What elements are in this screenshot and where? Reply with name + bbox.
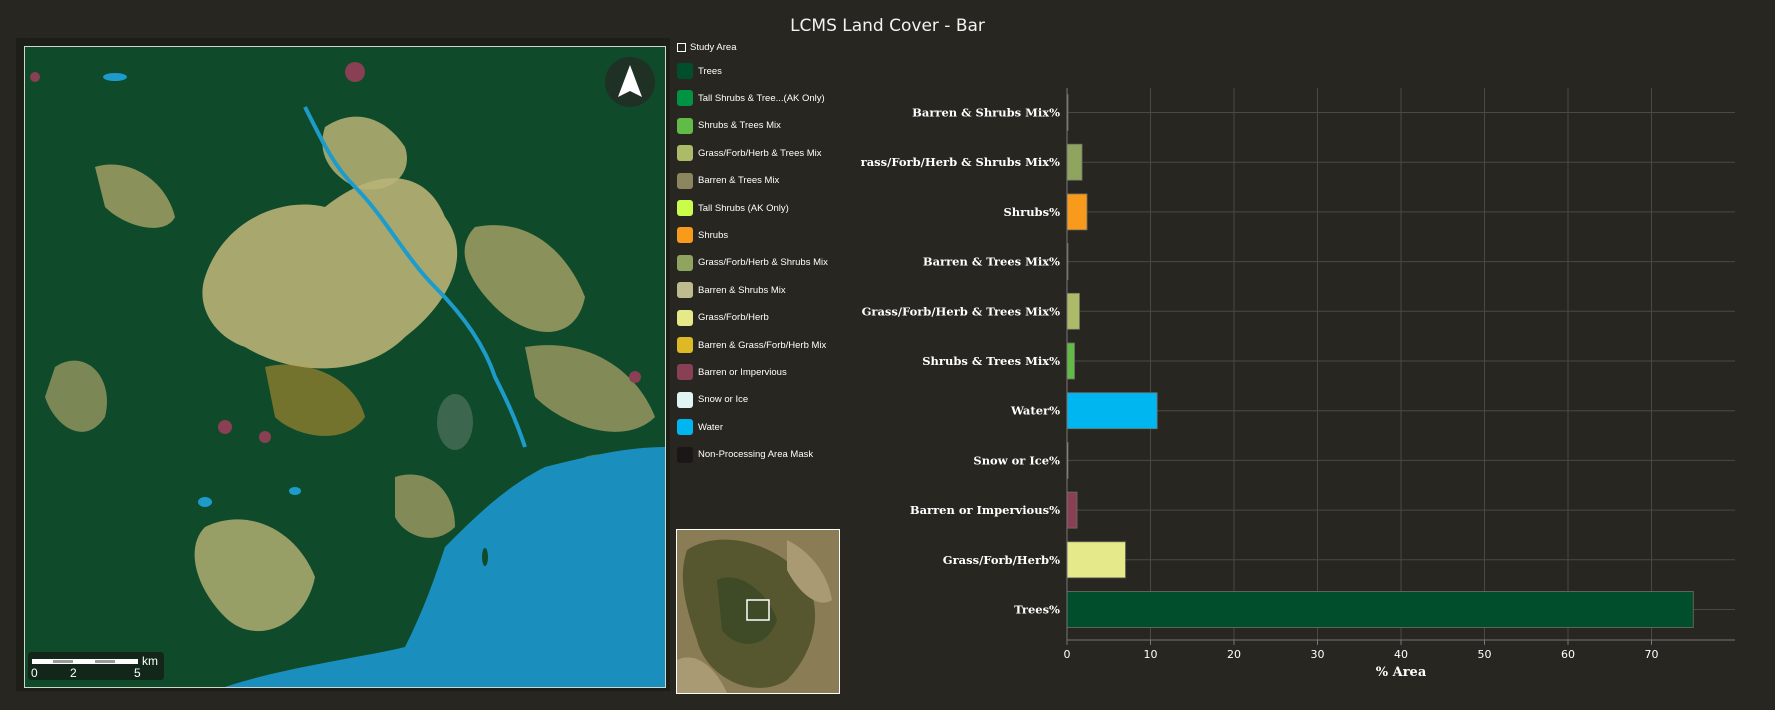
legend-item: Tall Shrubs (AK Only) [677,199,789,217]
legend-label: Shrubs & Trees Mix [698,120,781,132]
bar[interactable] [1066,292,1080,330]
legend-label: Study Area [690,41,737,53]
category-label: Grass/Forb/Herb% [943,553,1060,567]
bar[interactable] [1066,392,1158,430]
legend-swatch [677,63,693,79]
legend-label: Trees [698,65,722,77]
category-label: Barren & Trees Mix% [923,255,1060,269]
category-label: Barren or Impervious% [910,503,1060,517]
legend-item: Barren or Impervious [677,363,787,381]
bar[interactable] [1066,491,1078,529]
legend-swatch [677,200,693,216]
legend-swatch [677,419,693,436]
category-label: Shrubs & Trees Mix% [922,354,1060,368]
x-tick-label: 70 [1645,648,1659,661]
x-tick-label: 20 [1227,648,1241,661]
legend-item: Grass/Forb/Herb & Shrubs Mix [677,254,828,272]
study-area-swatch [677,42,686,52]
legend-label: Tall Shrubs & Tree...(AK Only) [698,92,825,104]
x-axis-title: % Area [1376,665,1427,680]
scale-tick: 0 [31,666,38,680]
category-label: Snow or Ice% [973,453,1060,467]
legend-label: Grass/Forb/Herb & Trees Mix [698,147,822,159]
legend-label: Grass/Forb/Herb [698,312,769,324]
legend-label: Snow or Ice [698,394,749,406]
x-tick-label: 60 [1561,648,1575,661]
legend-swatch [677,391,693,408]
x-tick-label: 30 [1311,648,1325,661]
legend-label: Barren & Trees Mix [698,175,780,187]
legend-item: Tall Shrubs & Tree...(AK Only) [677,89,825,107]
legend-label: Water [698,421,723,433]
legend-swatch [677,90,693,107]
legend-study-area: Study Area [677,38,736,56]
inset-map-image [677,530,839,693]
page-title: LCMS Land Cover - Bar [790,16,985,36]
scale-unit: km [142,654,158,668]
category-label: Shrubs% [1003,205,1060,219]
legend-swatch [677,117,693,134]
bar[interactable] [1066,342,1075,380]
legend-item: Shrubs & Trees Mix [677,117,781,135]
x-axis-ticks: 0 10 20 30 40 50 60 70 [1064,640,1659,661]
x-tick-label: 0 [1064,648,1071,661]
legend-label: Shrubs [698,229,729,241]
legend-swatch [677,446,693,463]
north-arrow-icon [605,57,655,107]
x-tick-label: 10 [1144,648,1158,661]
bar[interactable] [1066,143,1083,181]
legend-label: Tall Shrubs (AK Only) [698,202,789,214]
legend-swatch [677,254,693,271]
legend-item: Water [677,418,723,436]
category-labels: Barren & Shrubs Mix% Grass/Forb/Herb & Sh… [860,106,1060,617]
legend-label: Non-Processing Area Mask [698,449,814,461]
legend-item: Barren & Grass/Forb/Herb Mix [677,336,826,354]
legend-label: Barren & Grass/Forb/Herb Mix [698,339,827,351]
legend-label: Barren or Impervious [698,366,787,378]
legend-swatch [677,282,693,299]
chart-grid [1067,88,1735,640]
bar[interactable] [1066,541,1126,579]
legend-swatch [677,309,693,326]
x-tick-label: 50 [1478,648,1492,661]
legend-item: Grass/Forb/Herb & Trees Mix [677,144,822,162]
scale-bar: km 0 2 5 [28,652,164,680]
category-label: Trees% [1014,603,1060,617]
legend-label: Grass/Forb/Herb & Shrubs Mix [698,257,828,269]
land-cover-map[interactable] [24,46,666,688]
legend-swatch [677,337,693,353]
bar[interactable] [1066,193,1088,231]
legend-item: Trees [677,62,722,80]
legend-swatch [677,364,693,381]
map-image [25,47,665,687]
legend-swatch [677,172,693,189]
category-label: Barren & Shrubs Mix% [912,106,1060,120]
inset-map [676,529,840,694]
legend-swatch [677,145,693,162]
x-tick-label: 40 [1394,648,1408,661]
bar-chart: Barren & Shrubs Mix% Grass/Forb/Herb & Sh… [860,88,1735,680]
category-label: Grass/Forb/Herb & Trees Mix% [862,304,1061,318]
legend-item: Snow or Ice [677,391,748,409]
legend-item: Grass/Forb/Herb [677,309,769,327]
category-label: Grass/Forb/Herb & Shrubs Mix% [860,155,1060,169]
legend-item: Shrubs [677,226,728,244]
legend-label: Barren & Shrubs Mix [698,284,786,296]
category-label: Water% [1010,404,1060,418]
legend-item: Barren & Shrubs Mix [677,281,786,299]
legend-item: Non-Processing Area Mask [677,446,813,464]
bar[interactable] [1066,591,1694,628]
scale-tick: 2 [70,666,77,680]
legend-swatch [677,227,693,244]
scale-tick: 5 [134,666,141,680]
legend-item: Barren & Trees Mix [677,172,779,190]
